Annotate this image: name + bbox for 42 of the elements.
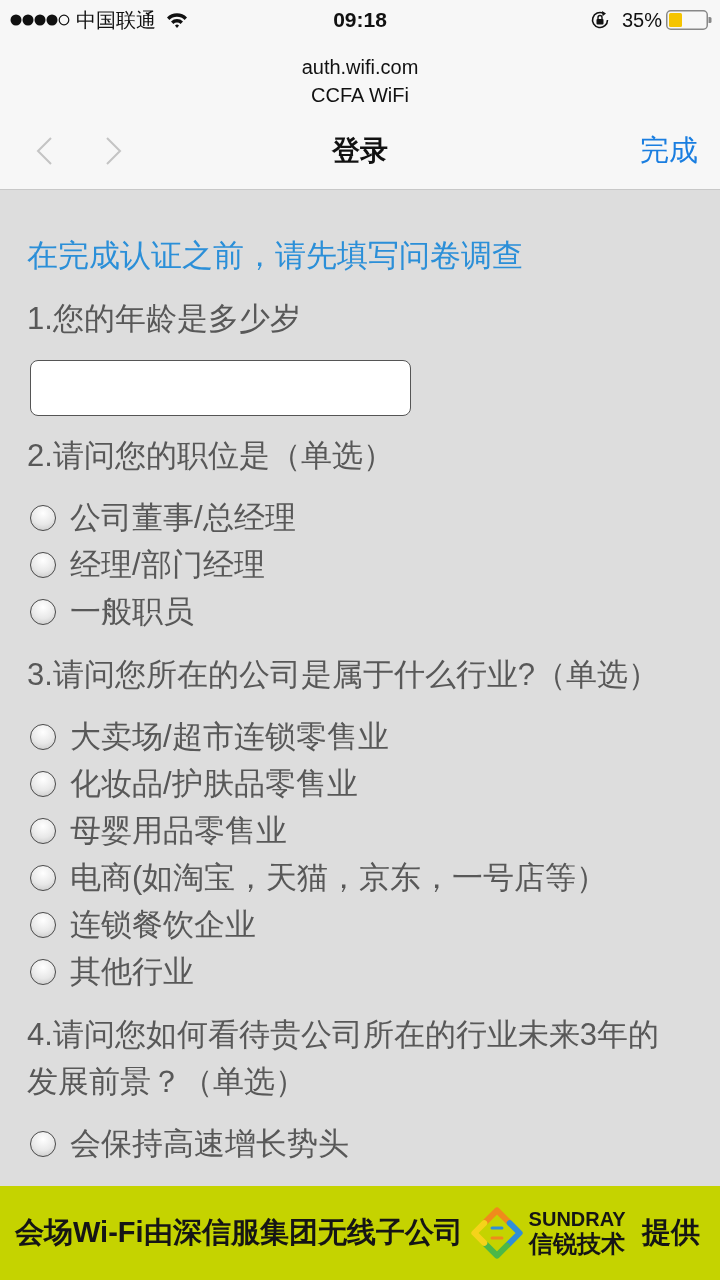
radio-button[interactable] [30, 817, 56, 844]
question-label: 2.请问您的职位是（单选） [27, 437, 395, 475]
option-label[interactable]: 电商(如淘宝，天猫，京东，一号店等） [70, 854, 608, 901]
radio-button[interactable] [30, 723, 56, 750]
radio-button[interactable] [30, 770, 56, 797]
rotation-lock-icon [589, 10, 610, 30]
done-button[interactable]: 完成 [636, 129, 702, 173]
option-label[interactable]: 母婴用品零售业 [70, 807, 287, 854]
question-label: 4.请问您如何看待贵公司所在的行业未来3年的发展前景？（单选） [27, 1016, 661, 1101]
site-name: CCFA WiFi [311, 83, 409, 108]
banner-text: 会场Wi-Fi由深信服集团无线子公司 [15, 1215, 463, 1250]
option-label[interactable]: 其他行业 [70, 948, 194, 995]
brand-chinese-name: 信锐技术 [529, 1230, 626, 1258]
radio-button[interactable] [30, 551, 56, 578]
option-label[interactable]: 化妆品/护肤品零售业 [70, 760, 358, 807]
banner-suffix: 提供 [642, 1215, 700, 1250]
input-field[interactable] [30, 360, 411, 416]
question-label: 1.您的年龄是多少岁 [27, 300, 302, 338]
carrier-name: 中国联通 [76, 8, 156, 32]
signal-icon [10, 14, 70, 26]
option-label[interactable]: 大卖场/超市连锁零售业 [70, 713, 389, 760]
clock-time: 09:18 [333, 8, 387, 32]
diamond-logo-icon [468, 1205, 525, 1261]
battery-percentage: 35% [621, 8, 662, 32]
survey-heading: 在完成认证之前，请先填写问卷调查 [27, 237, 524, 275]
battery-icon [666, 10, 712, 30]
radio-button[interactable] [30, 958, 56, 985]
brand-name: SUNDRAY [528, 1208, 626, 1230]
option-label[interactable]: 连锁餐饮企业 [70, 901, 256, 948]
option-label[interactable]: 公司董事/总经理 [70, 494, 296, 541]
page-url: auth.wifi.com [301, 55, 419, 80]
option-label[interactable]: 一般职员 [70, 588, 194, 635]
wifi-icon [166, 12, 188, 28]
page-title: 登录 [332, 134, 388, 168]
radio-button[interactable] [30, 911, 56, 938]
radio-button[interactable] [30, 1130, 56, 1157]
option-label[interactable]: 经理/部门经理 [70, 541, 265, 588]
radio-button[interactable] [30, 598, 56, 625]
radio-button[interactable] [30, 864, 56, 891]
option-label[interactable]: 会保持高速增长势头 [70, 1120, 349, 1167]
question-label: 3.请问您所在的公司是属于什么行业?（单选） [27, 656, 661, 694]
radio-button[interactable] [30, 504, 56, 531]
